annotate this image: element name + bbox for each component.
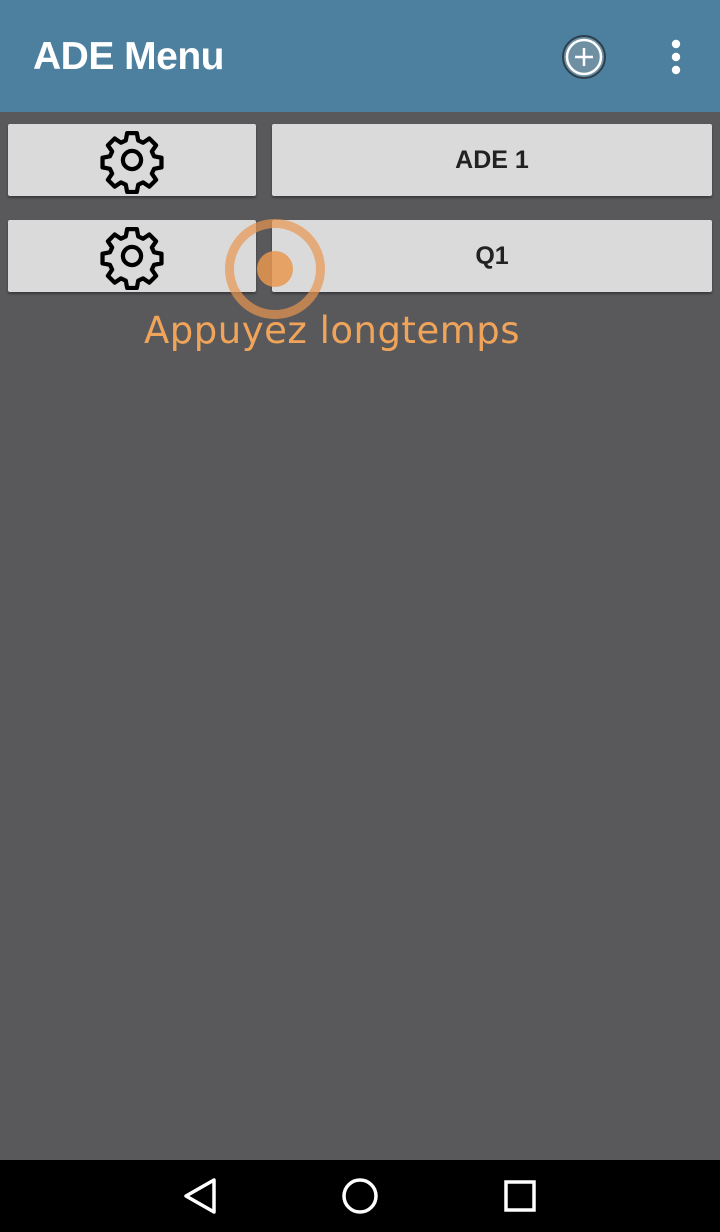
add-button[interactable] (559, 32, 609, 82)
menu-item-q1[interactable]: Q1 (272, 220, 712, 292)
system-nav-bar (0, 1160, 720, 1232)
home-button[interactable] (338, 1174, 382, 1218)
settings-button-ade-1[interactable] (8, 124, 256, 196)
recents-button[interactable] (498, 1174, 542, 1218)
menu-item-label: Q1 (475, 241, 509, 270)
home-circle-icon (342, 1178, 378, 1214)
back-button[interactable] (178, 1174, 222, 1218)
tap-hint-indicator (225, 219, 325, 319)
add-circle-icon (562, 35, 606, 79)
gear-icon (98, 126, 166, 194)
app-title: ADE Menu (33, 35, 225, 78)
tap-hint-dot (257, 251, 293, 287)
overflow-menu-button[interactable] (656, 32, 696, 82)
long-press-hint-text: Appuyez longtemps (144, 309, 521, 352)
more-vert-icon (671, 39, 681, 75)
menu-item-ade-1[interactable]: ADE 1 (272, 124, 712, 196)
settings-button-q1[interactable] (8, 220, 256, 292)
recents-square-icon (504, 1180, 536, 1212)
menu-item-label: ADE 1 (455, 145, 529, 174)
gear-icon (98, 222, 166, 290)
app-bar: ADE Menu (0, 0, 720, 112)
back-triangle-icon (184, 1178, 216, 1214)
